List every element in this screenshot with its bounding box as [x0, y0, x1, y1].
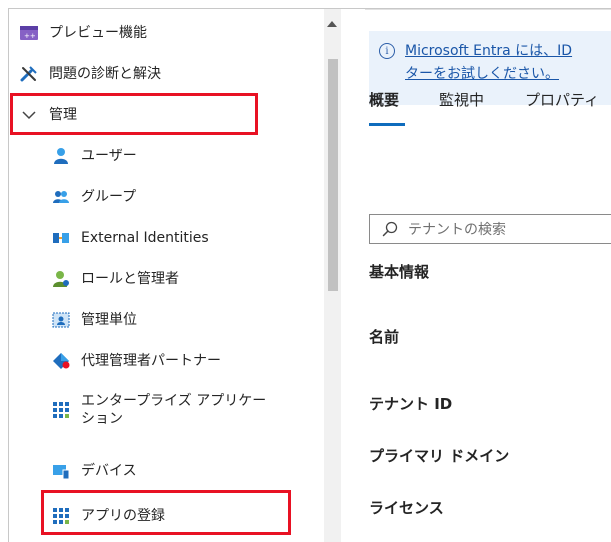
sidebar-item-devices[interactable]: デバイス: [51, 451, 137, 491]
main-content: i Microsoft Entra には、ID ターをお試しください。 概要 監…: [341, 9, 611, 542]
sidebar-item-label: External Identities: [81, 230, 209, 246]
admin-unit-icon: [51, 310, 71, 330]
field-name-label: 名前: [369, 328, 400, 346]
tenant-search-box[interactable]: テナントの検索: [369, 214, 611, 244]
highlight-box-app-registrations: [41, 490, 291, 535]
search-icon: [382, 221, 398, 237]
svg-text:++: ++: [24, 32, 36, 40]
sidebar-item-label: デバイス: [81, 463, 137, 479]
scrollbar-thumb[interactable]: [328, 59, 338, 291]
sidebar-item-external-identities[interactable]: External Identities: [51, 218, 209, 258]
sidebar-item-label-continued: ション: [81, 411, 123, 427]
tab-properties[interactable]: プロパティ: [525, 89, 599, 110]
sidebar-item-label: エンタープライズ アプリケー: [81, 393, 267, 409]
search-placeholder: テナントの検索: [408, 222, 506, 238]
info-icon: i: [379, 43, 395, 59]
enterprise-apps-icon: [51, 400, 71, 420]
sidebar-item-groups[interactable]: グループ: [51, 177, 136, 217]
sidebar-item-diagnose-solve[interactable]: 問題の診断と解決: [19, 54, 161, 94]
user-icon: [51, 146, 71, 166]
wrench-icon: [19, 64, 39, 84]
field-tenant-id-label: テナント ID: [369, 395, 453, 413]
sidebar-nav: ++ プレビュー機能 問題の診断と解決 管理 ユーザー グループ Externa…: [9, 9, 324, 542]
field-license-label: ライセンス: [369, 499, 444, 517]
tab-monitoring[interactable]: 監視中: [439, 89, 484, 110]
partner-icon: [51, 351, 71, 371]
preview-icon: ++: [19, 23, 39, 43]
sidebar-item-label: ユーザー: [81, 148, 137, 164]
banner-link-line1[interactable]: Microsoft Entra には、ID: [405, 40, 572, 60]
divider: [365, 9, 611, 10]
sidebar-item-label: グループ: [81, 189, 137, 205]
sidebar-item-roles-admins[interactable]: ロールと管理者: [51, 259, 179, 299]
external-identities-icon: [51, 228, 71, 248]
section-basic-info: 基本情報: [369, 263, 430, 281]
devices-icon: [51, 461, 71, 481]
sidebar-item-users[interactable]: ユーザー: [51, 136, 137, 176]
highlight-box-manage: [10, 93, 258, 135]
sidebar-item-label: 問題の診断と解決: [49, 66, 161, 82]
sidebar-item-label: 代理管理者パートナー: [81, 353, 221, 369]
sidebar-item-preview-features[interactable]: ++ プレビュー機能: [19, 13, 147, 53]
sidebar-item-label-group: エンタープライズ アプリケー ション: [81, 392, 266, 428]
scroll-up-arrow-icon[interactable]: [327, 21, 337, 27]
sidebar-item-label: 管理単位: [81, 312, 137, 328]
sidebar-item-label: ロールと管理者: [81, 271, 179, 287]
portal-frame: ++ プレビュー機能 問題の診断と解決 管理 ユーザー グループ Externa…: [8, 8, 611, 542]
sidebar-item-label: プレビュー機能: [49, 25, 147, 41]
sidebar-item-enterprise-apps[interactable]: エンタープライズ アプリケー ション: [51, 388, 266, 432]
roles-icon: [51, 269, 71, 289]
field-primary-domain-label: プライマリ ドメイン: [369, 447, 510, 465]
group-icon: [51, 187, 71, 207]
sidebar-item-admin-units[interactable]: 管理単位: [51, 300, 137, 340]
active-tab-indicator: [369, 123, 405, 126]
tab-overview[interactable]: 概要: [369, 89, 399, 110]
banner-link-line2[interactable]: ターをお試しください。: [405, 63, 559, 83]
sidebar-item-delegated-partners[interactable]: 代理管理者パートナー: [51, 341, 221, 381]
